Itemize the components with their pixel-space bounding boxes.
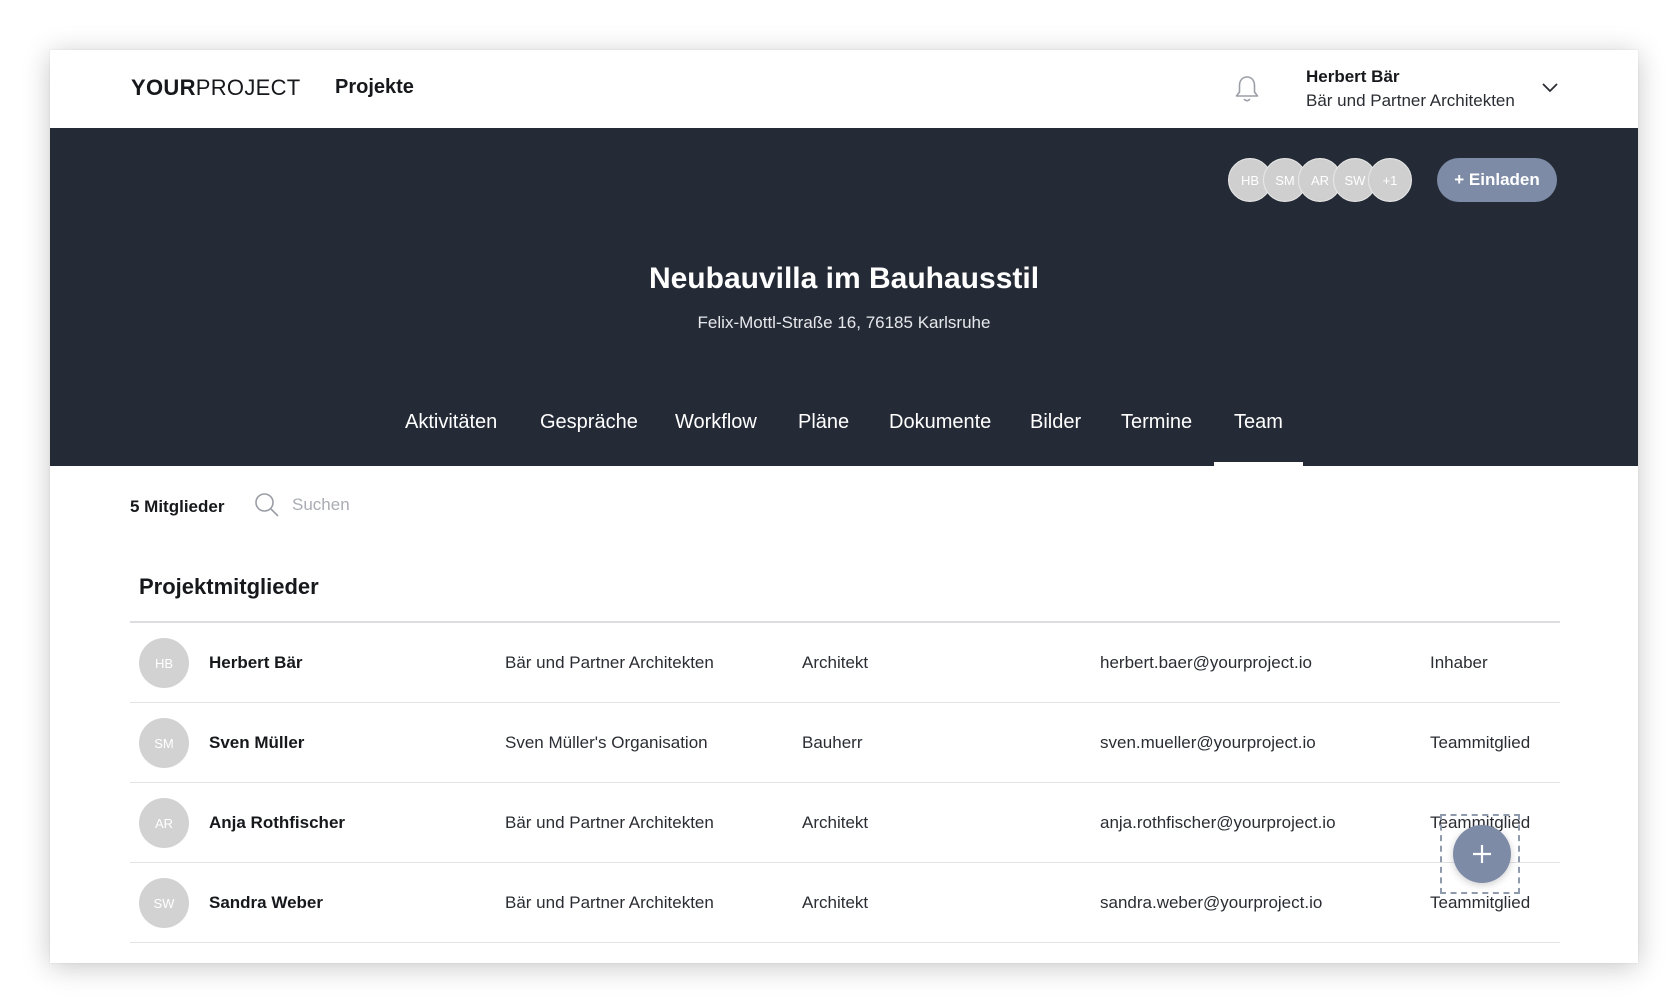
logo[interactable]: YOURPROJECT [131,75,301,101]
tab-gespraeche[interactable]: Gespräche [540,411,638,466]
avatar: SW [139,878,189,928]
tab-aktivitaeten[interactable]: Aktivitäten [405,411,497,466]
member-org: Bär und Partner Architekten [505,813,714,832]
member-org: Bär und Partner Architekten [505,893,714,912]
avatar: AR [139,798,189,848]
project-header: HB SM AR SW +1 + Einladen Neubauvilla im… [50,128,1638,466]
member-permission: Inhaber [1430,653,1488,672]
avatar: SM [139,718,189,768]
table-row[interactable]: HB Herbert Bär Bär und Partner Architekt… [130,623,1560,703]
bell-icon[interactable] [1233,74,1261,104]
project-address: Felix-Mottl-Straße 16, 76185 Karlsruhe [697,313,991,332]
member-permission: Teammitglied [1430,733,1531,752]
search-input[interactable] [292,488,552,522]
member-role: Architekt [802,813,869,832]
member-avatar-stack[interactable]: HB SM AR SW +1 [1228,158,1418,204]
avatar-cell: AR [139,783,189,863]
section-title: Projektmitglieder [139,574,319,599]
project-tabs: Aktivitäten Gespräche Workflow Pläne Dok… [50,411,1638,466]
plus-icon [1473,845,1491,863]
member-name: Anja Rothfischer [209,813,346,832]
avatar: HB [139,638,189,688]
logo-light: PROJECT [195,75,301,100]
members-table: HB Herbert Bär Bär und Partner Architekt… [130,621,1560,943]
search-icon [255,493,279,517]
tab-dokumente[interactable]: Dokumente [889,411,991,466]
tab-termine[interactable]: Termine [1121,411,1192,466]
member-email: herbert.baer@yourproject.io [1100,653,1312,672]
mini-avatar-more: +1 [1368,158,1412,202]
invite-button[interactable]: + Einladen [1437,158,1557,202]
member-email: anja.rothfischer@yourproject.io [1100,813,1336,832]
avatar-cell: HB [139,623,189,703]
table-row[interactable]: SM Sven Müller Sven Müller's Organisatio… [130,703,1560,783]
add-member-button[interactable] [1453,825,1511,883]
user-name: Herbert Bär [1306,67,1400,86]
tab-bilder[interactable]: Bilder [1030,411,1081,466]
app-window: YOURPROJECT Projekte Herbert Bär Bär und… [50,50,1638,963]
user-org: Bär und Partner Architekten [1306,91,1515,110]
user-menu[interactable]: Herbert Bär Bär und Partner Architekten [1306,66,1515,114]
member-org: Sven Müller's Organisation [505,733,708,752]
tab-team[interactable]: Team [1214,411,1303,466]
member-name: Sven Müller [209,733,305,752]
tab-plaene[interactable]: Pläne [798,411,849,466]
member-email: sandra.weber@yourproject.io [1100,893,1323,912]
table-row[interactable]: SW Sandra Weber Bär und Partner Architek… [130,863,1560,943]
top-bar: YOURPROJECT Projekte Herbert Bär Bär und… [50,50,1638,128]
nav-projects-link[interactable]: Projekte [335,76,414,99]
member-name: Sandra Weber [209,893,324,912]
member-email: sven.mueller@yourproject.io [1100,733,1316,752]
member-role: Architekt [802,893,869,912]
project-title: Neubauvilla im Bauhausstil [648,262,1040,295]
avatar-cell: SW [139,863,189,943]
members-count: 5 Mitglieder [130,497,225,516]
avatar-cell: SM [139,703,189,783]
member-role: Bauherr [802,733,863,752]
member-name: Herbert Bär [209,653,303,672]
member-role: Architekt [802,653,869,672]
table-row[interactable]: AR Anja Rothfischer Bär und Partner Arch… [130,783,1560,863]
chevron-down-icon[interactable] [1540,78,1560,98]
tab-workflow[interactable]: Workflow [675,411,757,466]
logo-bold: YOUR [131,75,196,100]
member-org: Bär und Partner Architekten [505,653,714,672]
